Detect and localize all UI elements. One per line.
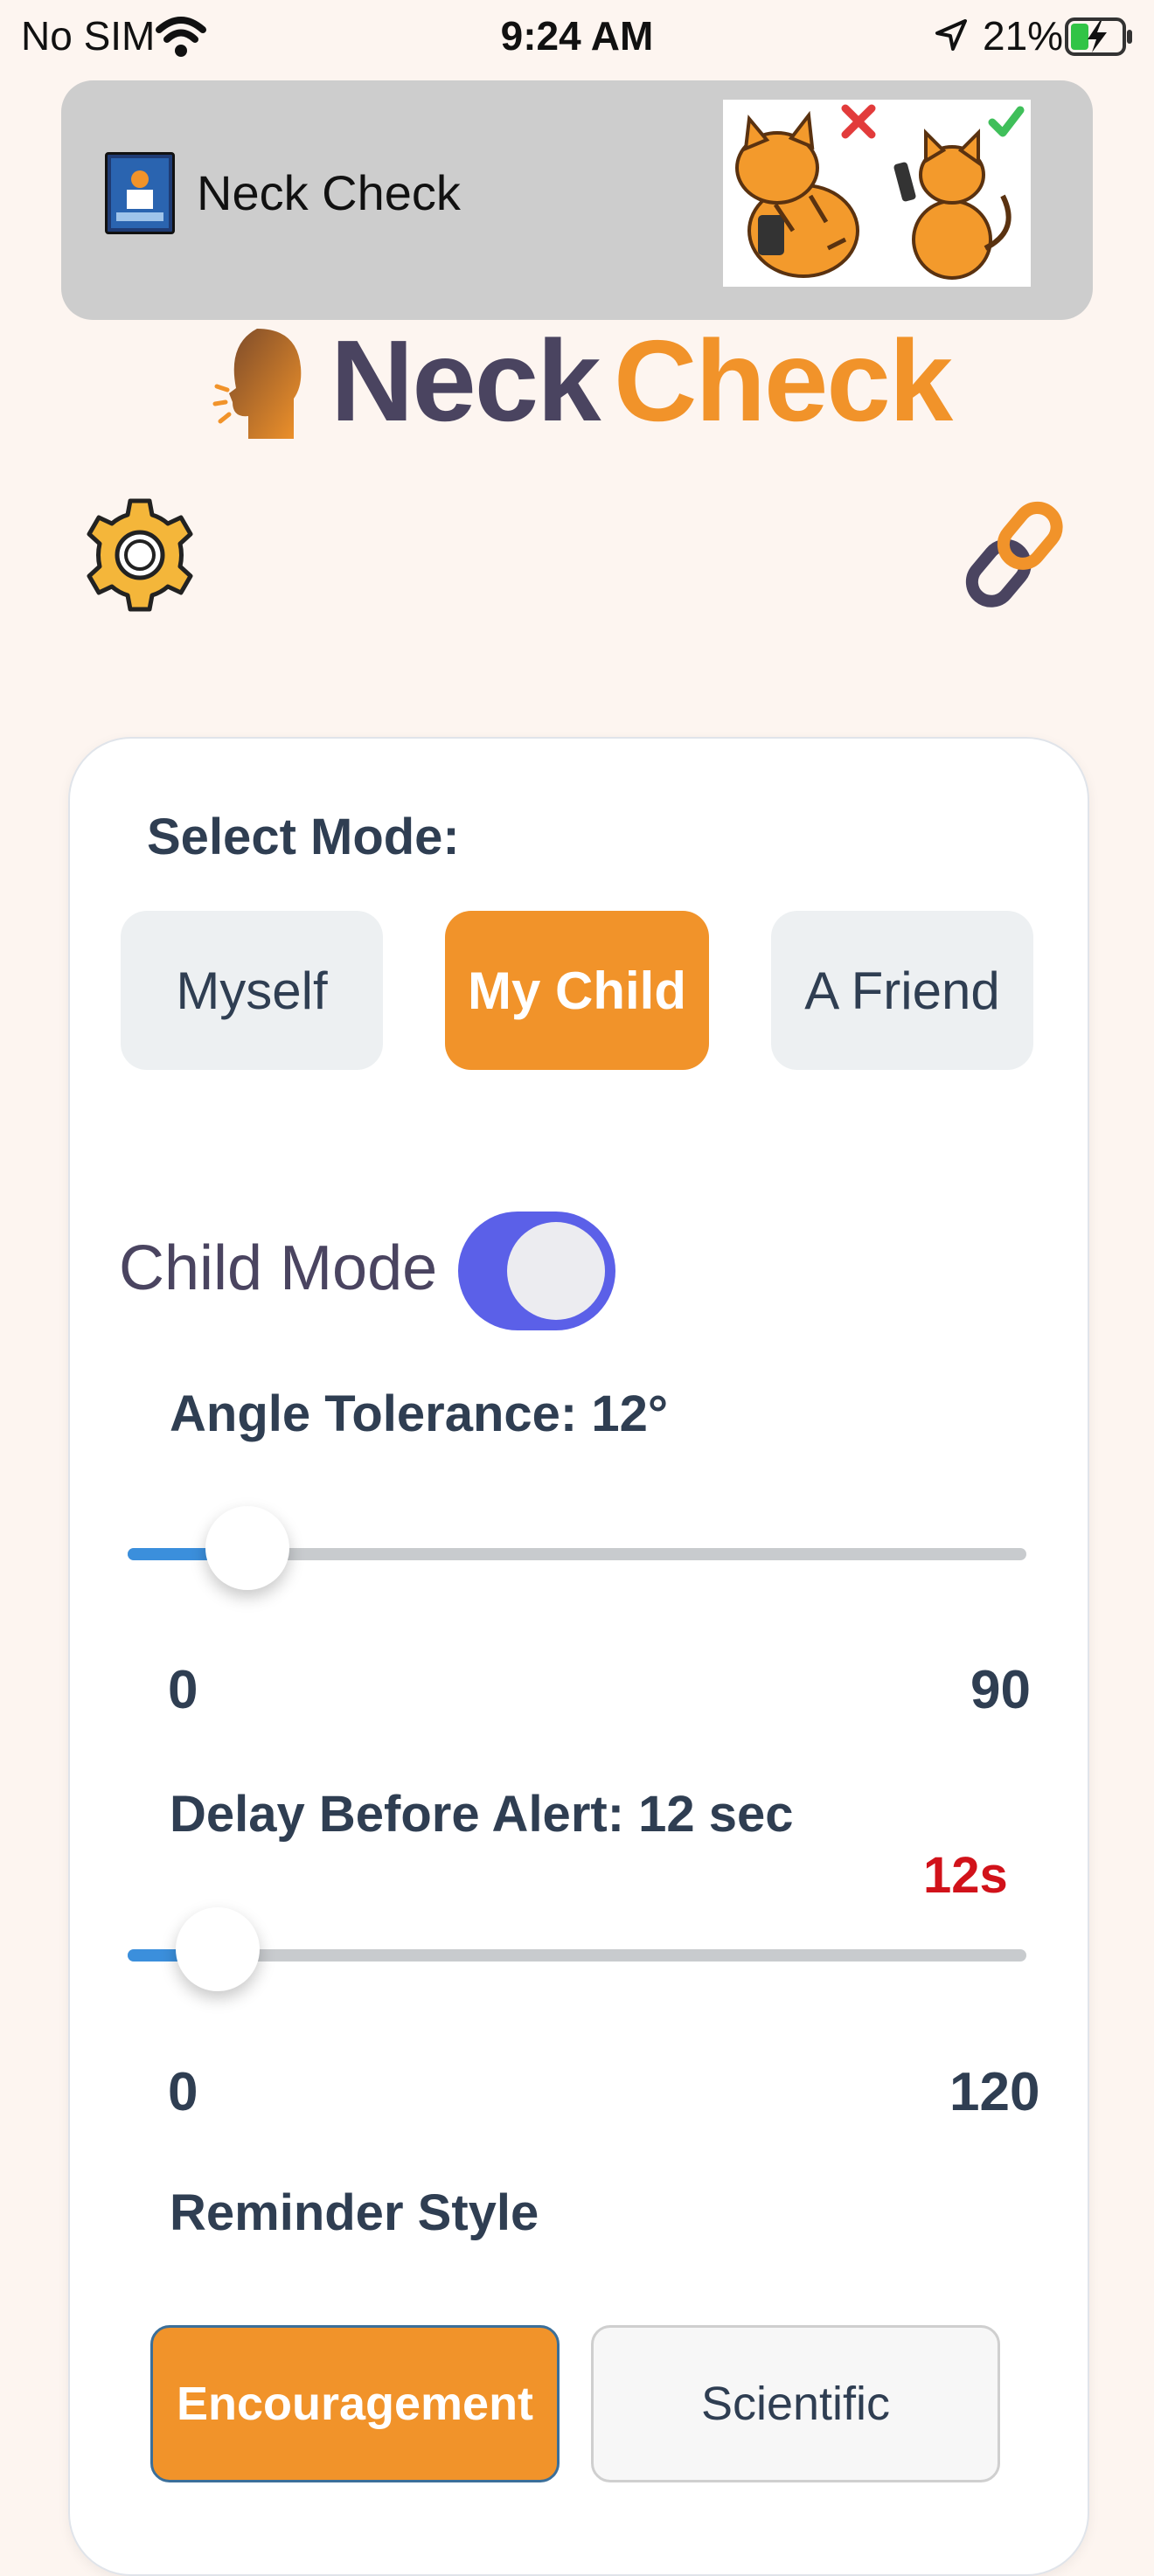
delay-max-label: 120: [949, 2062, 1040, 2122]
logo-word-neck: Neck: [330, 316, 601, 445]
reminder-style-label: Reminder Style: [170, 2184, 539, 2241]
gear-icon[interactable]: [86, 495, 194, 620]
delay-before-alert-label: Delay Before Alert: 12 sec: [170, 1786, 794, 1843]
reminder-encouragement-button[interactable]: Encouragement: [150, 2325, 560, 2482]
child-mode-toggle[interactable]: [458, 1212, 615, 1330]
app-logo-icon: [105, 152, 175, 234]
angle-min-label: 0: [168, 1660, 198, 1720]
angle-tolerance-label: Angle Tolerance: 12°: [170, 1385, 669, 1442]
reminder-scientific-button[interactable]: Scientific: [591, 2325, 1000, 2482]
mode-myself-button[interactable]: Myself: [121, 911, 383, 1070]
mode-my-child-button[interactable]: My Child: [445, 911, 709, 1070]
notification-banner[interactable]: Neck Check: [61, 80, 1093, 320]
clock: 9:24 AM: [500, 13, 654, 59]
battery-percent: 21%: [983, 13, 1064, 59]
delay-min-label: 0: [168, 2062, 198, 2122]
delay-value-badge: 12s: [923, 1847, 1008, 1904]
slider-thumb[interactable]: [205, 1506, 290, 1590]
logo-word-check: Check: [614, 316, 953, 445]
cats-phone-posture-illustration: [723, 100, 1031, 287]
delay-slider[interactable]: [128, 1907, 1026, 1991]
mode-a-friend-button[interactable]: A Friend: [771, 911, 1033, 1070]
angle-max-label: 90: [970, 1660, 1031, 1720]
head-profile-icon: [210, 325, 315, 447]
status-bar: No SIM 9:24 AM 21%: [0, 0, 1154, 79]
angle-tolerance-slider[interactable]: [128, 1506, 1026, 1590]
chain-link-icon[interactable]: [958, 495, 1072, 620]
app-logo: Neck Check: [210, 315, 953, 447]
banner-title: Neck Check: [197, 165, 461, 220]
location-arrow-icon: [934, 17, 969, 57]
battery-charging-icon: [1065, 16, 1135, 62]
child-mode-label: Child Mode: [119, 1233, 438, 1303]
slider-thumb[interactable]: [175, 1907, 260, 1991]
toggle-knob: [507, 1222, 605, 1320]
select-mode-label: Select Mode:: [147, 809, 460, 865]
